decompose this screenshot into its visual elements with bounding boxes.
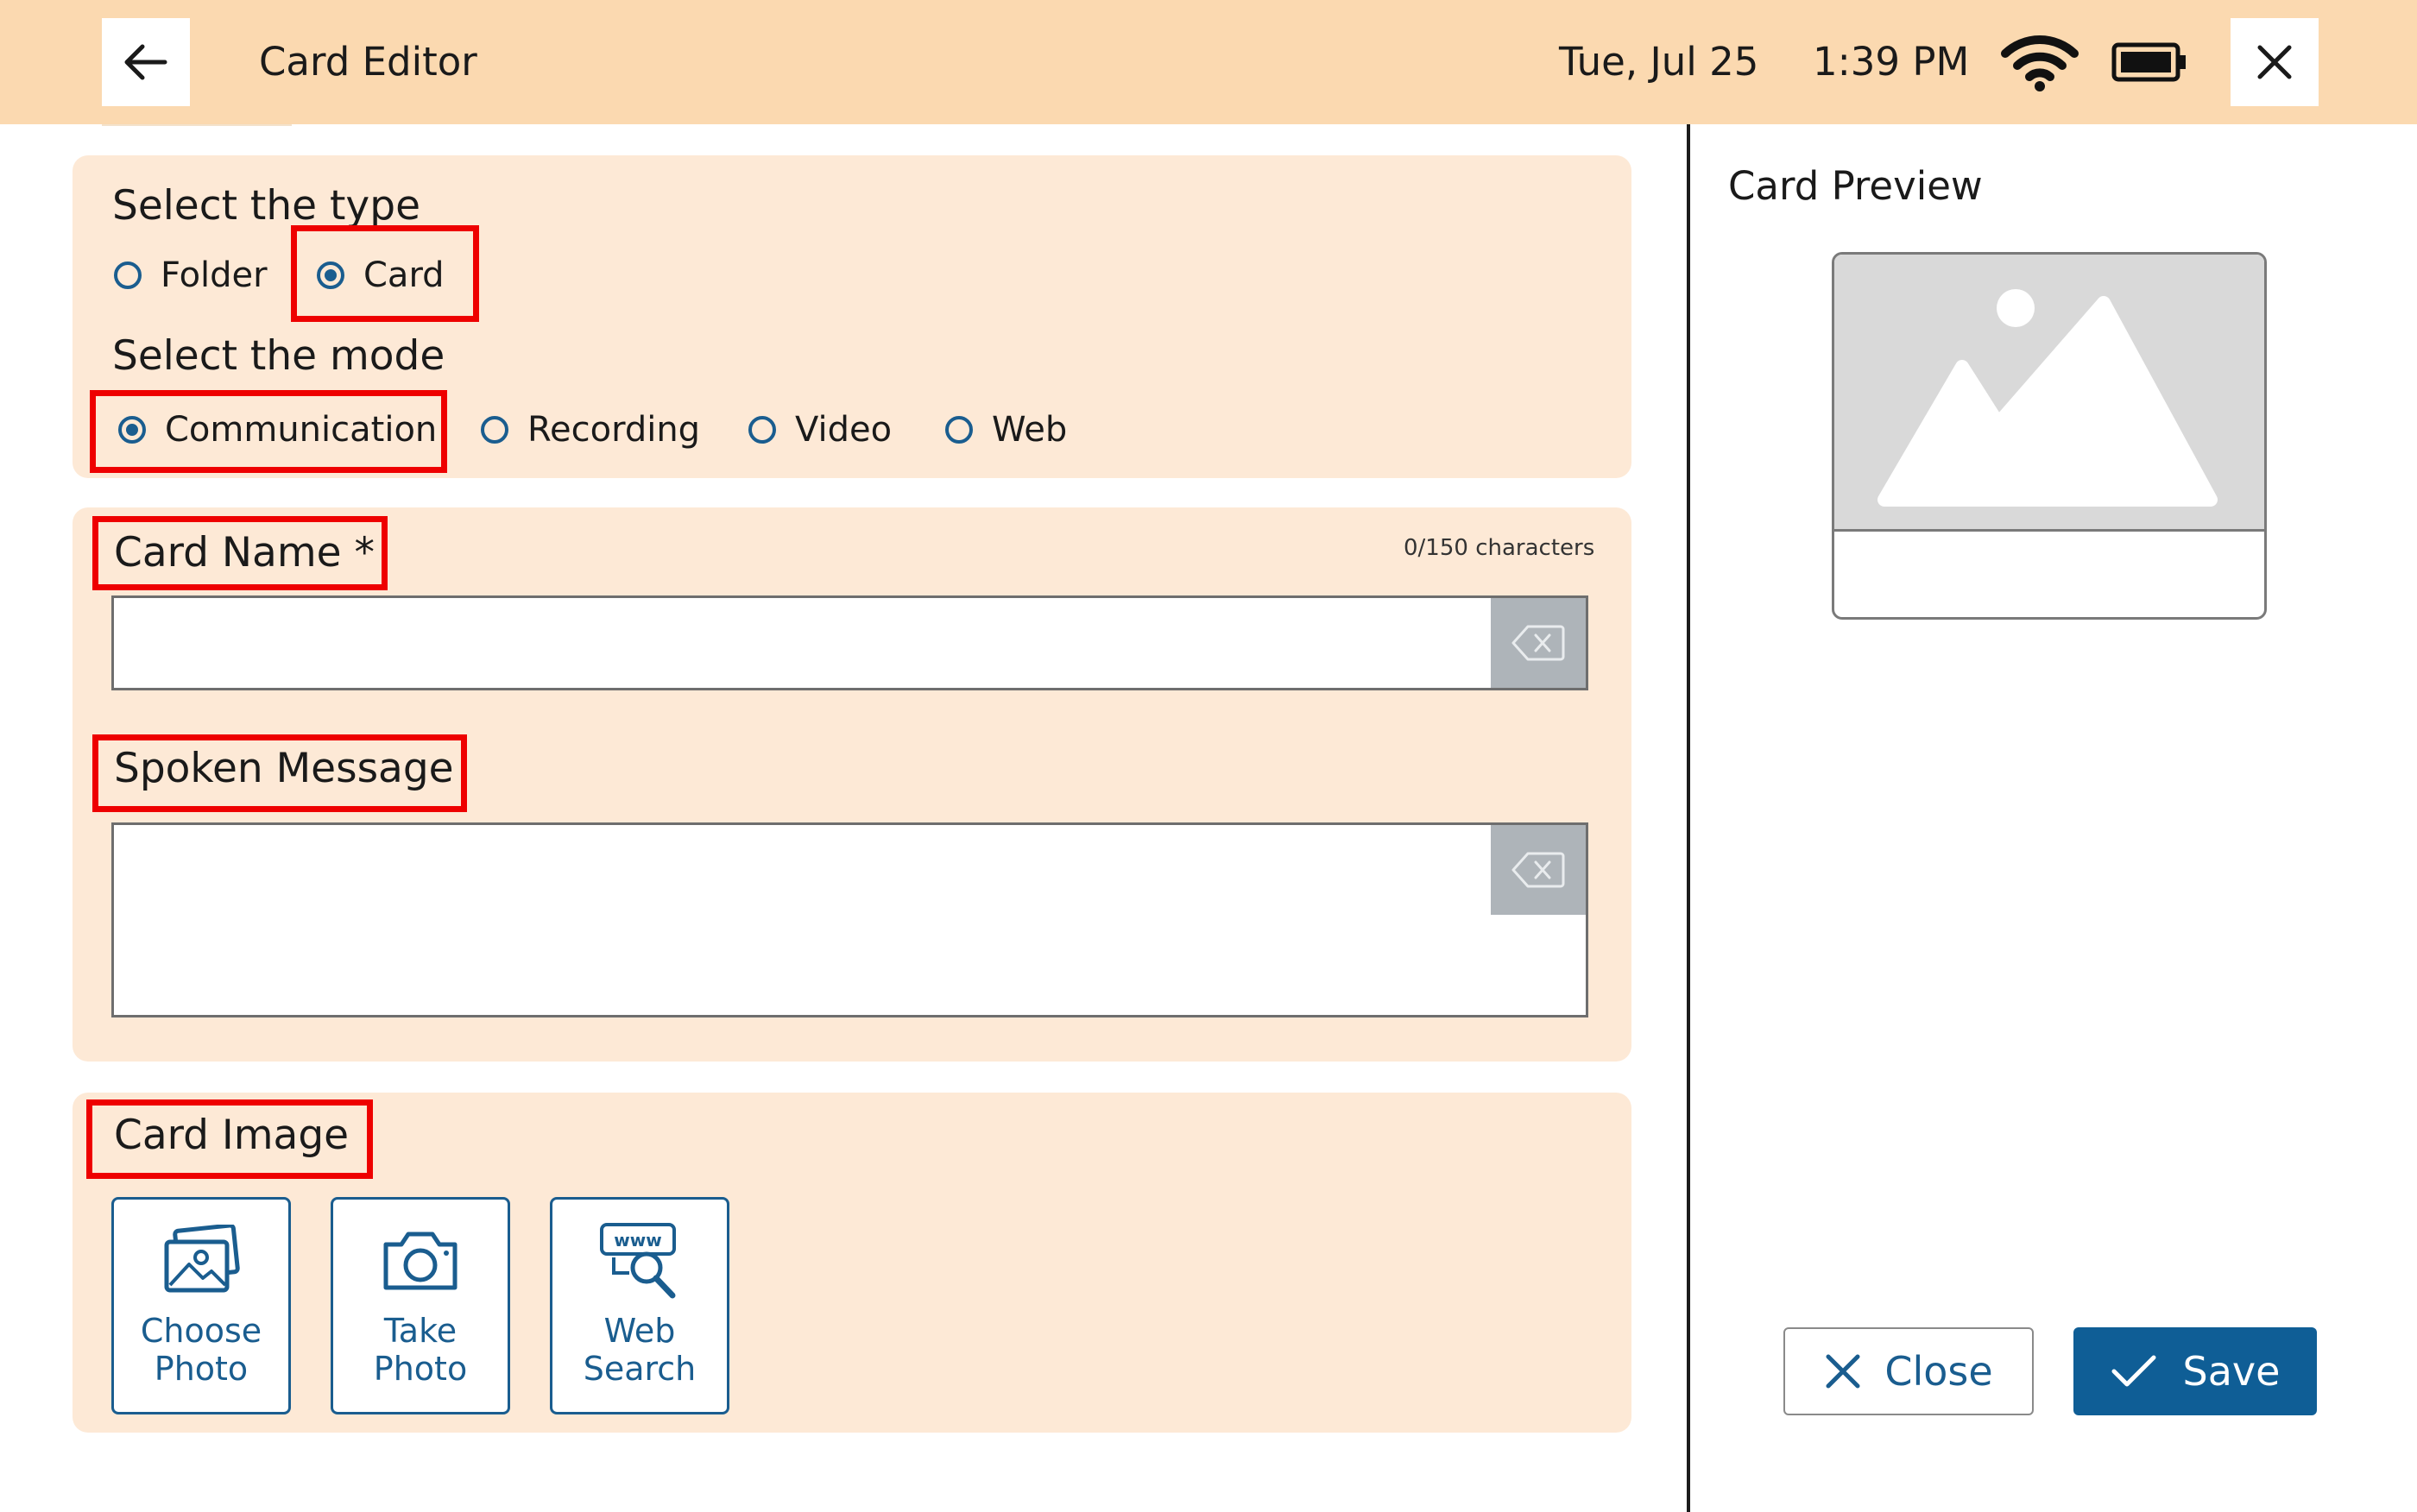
take-photo-label: Take Photo [373, 1312, 468, 1388]
checkmark-icon [2111, 1355, 2156, 1387]
svg-text:www: www [614, 1230, 661, 1251]
radio-button[interactable] [748, 416, 776, 444]
preview-title: Card Preview [1728, 163, 1983, 209]
card-preview [1832, 252, 2267, 620]
close-button-label: Close [1884, 1348, 1993, 1395]
choose-photo-button[interactable]: Choose Photo [111, 1197, 291, 1414]
radio-folder[interactable]: Folder [114, 254, 268, 297]
camera-icon [383, 1232, 458, 1290]
take-photo-button[interactable]: Take Photo [331, 1197, 510, 1414]
mode-heading: Select the mode [112, 332, 445, 380]
vertical-divider [1687, 124, 1690, 1512]
arrow-left-icon [124, 44, 167, 80]
highlight-box [90, 390, 447, 473]
photos-icon [164, 1225, 240, 1293]
backspace-clear-icon [1511, 625, 1565, 661]
preview-image-area [1834, 255, 2264, 532]
radio-button[interactable] [114, 261, 142, 289]
backspace-clear-icon [1511, 852, 1565, 888]
web-search-label: Web Search [583, 1312, 697, 1388]
highlight-box [92, 734, 467, 812]
radio-button[interactable] [481, 416, 508, 444]
radio-recording-label: Recording [527, 410, 701, 450]
close-icon [1826, 1354, 1860, 1389]
choose-photo-label: Choose Photo [140, 1312, 262, 1388]
character-counter: 0/150 characters [1404, 535, 1595, 561]
image-placeholder-icon [1877, 289, 2218, 507]
web-search-button[interactable]: www Web Search [550, 1197, 729, 1414]
close-icon [2257, 45, 2292, 79]
card-name-input[interactable] [111, 595, 1588, 690]
back-underline [102, 124, 292, 126]
radio-recording[interactable]: Recording [481, 408, 700, 451]
radio-web-label: Web [992, 410, 1068, 450]
radio-button[interactable] [945, 416, 973, 444]
top-bar: Card Editor Tue, Jul 25 1:39 PM [0, 0, 2417, 124]
close-button[interactable]: Close [1783, 1327, 2034, 1415]
type-heading: Select the type [112, 182, 420, 230]
save-button-label: Save [2182, 1348, 2281, 1395]
highlight-box [291, 225, 479, 322]
radio-video-label: Video [795, 410, 893, 450]
web-search-icon: www [600, 1223, 676, 1299]
spoken-message-input[interactable] [111, 822, 1588, 1017]
time-text: 1:39 PM [1813, 39, 1970, 85]
highlight-box [86, 1099, 373, 1179]
radio-video[interactable]: Video [748, 408, 892, 451]
wifi-icon [2001, 35, 2079, 91]
battery-icon [2111, 42, 2186, 82]
save-button[interactable]: Save [2073, 1327, 2317, 1415]
clear-spoken-message-button[interactable] [1491, 825, 1586, 915]
clear-card-name-button[interactable] [1491, 598, 1586, 688]
radio-folder-label: Folder [161, 255, 268, 295]
date-text: Tue, Jul 25 [1559, 39, 1759, 85]
highlight-box [92, 516, 388, 590]
back-button[interactable] [102, 18, 190, 106]
radio-web[interactable]: Web [945, 408, 1067, 451]
page-title: Card Editor [259, 39, 477, 85]
close-editor-button[interactable] [2231, 18, 2319, 106]
